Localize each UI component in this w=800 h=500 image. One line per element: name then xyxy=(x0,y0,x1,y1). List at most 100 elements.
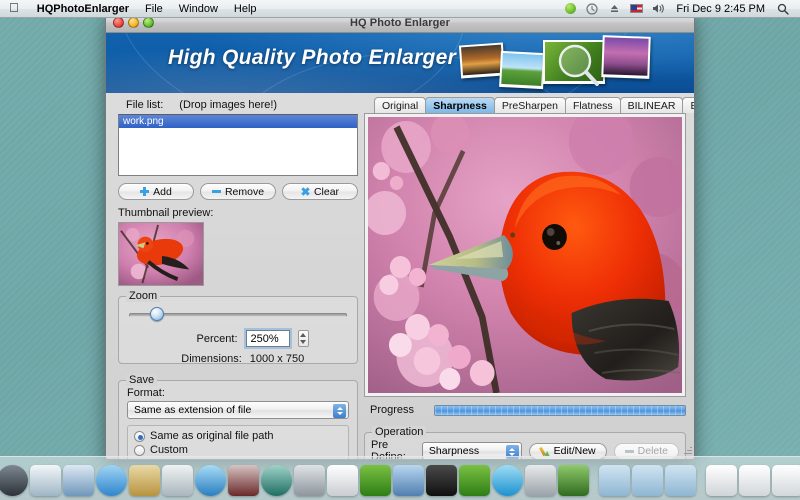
input-flag-icon[interactable] xyxy=(625,0,647,18)
tab-sharpness[interactable]: Sharpness xyxy=(425,97,495,113)
dock xyxy=(0,456,800,500)
radio-custom-path-label: Custom xyxy=(150,444,188,456)
file-list-header: File list: (Drop images here!) xyxy=(118,96,358,114)
banner-photo-sunset xyxy=(459,43,505,79)
format-label: Format: xyxy=(127,387,349,399)
percent-stepper[interactable] xyxy=(298,330,309,347)
menu-window[interactable]: Window xyxy=(171,0,226,18)
menu-bar:  HQPhotoEnlarger File Window Help Fri D… xyxy=(0,0,800,18)
save-path-options: Same as original file path Custom xyxy=(127,425,349,460)
dock-item-iphoto[interactable] xyxy=(162,465,193,496)
thumbnail-preview[interactable] xyxy=(118,222,204,286)
percent-input[interactable]: 250% xyxy=(246,330,290,347)
sync-icon[interactable] xyxy=(559,0,581,18)
clear-button-label: Clear xyxy=(314,186,339,198)
remove-button-label: Remove xyxy=(225,186,264,198)
chevron-updown-icon xyxy=(333,404,346,418)
minimize-button[interactable] xyxy=(128,17,139,28)
clear-button[interactable]: Clear xyxy=(282,183,358,200)
dock-item-screenshot[interactable] xyxy=(558,465,589,496)
thumbnail-label: Thumbnail preview: xyxy=(118,207,358,219)
dock-item-skype[interactable] xyxy=(492,465,523,496)
right-panel: Original Sharpness PreSharpen Flatness B… xyxy=(364,96,686,457)
add-button[interactable]: Add xyxy=(118,183,194,200)
file-list-hint: (Drop images here!) xyxy=(179,99,277,111)
dock-item-textedit[interactable] xyxy=(327,465,358,496)
dock-item-terminal[interactable] xyxy=(426,465,457,496)
minus-icon xyxy=(625,450,634,453)
tab-bicubic[interactable]: BICUBIC xyxy=(682,97,695,113)
tab-presharpen[interactable]: PreSharpen xyxy=(494,97,566,113)
format-select[interactable]: Same as extension of file xyxy=(127,401,349,419)
dimensions-value: 1000 x 750 xyxy=(250,353,304,365)
tab-flatness[interactable]: Flatness xyxy=(565,97,621,113)
dock-item-applications-folder[interactable] xyxy=(599,465,630,496)
zoom-slider[interactable] xyxy=(129,307,347,321)
radio-custom-path[interactable]: Custom xyxy=(134,443,342,457)
menu-file[interactable]: File xyxy=(137,0,171,18)
dock-item-dictionary[interactable] xyxy=(129,465,160,496)
close-button[interactable] xyxy=(113,17,124,28)
banner-title: High Quality Photo Enlarger xyxy=(168,46,456,70)
menu-bar-status-area: Fri Dec 9 2:45 PM xyxy=(559,0,800,18)
zoom-group: Zoom Percent: 250% Dimensions: 1000 x 75… xyxy=(118,296,358,364)
tab-bilinear[interactable]: BILINEAR xyxy=(620,97,684,113)
dock-item-xcode[interactable] xyxy=(393,465,424,496)
dock-item-document-stack[interactable] xyxy=(706,465,737,496)
preview-photo xyxy=(368,117,682,393)
banner-photo-dusk-trees xyxy=(601,35,650,79)
list-item[interactable]: work.png xyxy=(119,115,357,128)
app-window: HQ Photo Enlarger High Quality Photo Enl… xyxy=(105,12,695,460)
dock-item-preview[interactable] xyxy=(30,465,61,496)
zoom-slider-knob[interactable] xyxy=(150,307,164,321)
zoom-percent-row: Percent: 250% xyxy=(129,330,347,347)
dimensions-label: Dimensions: xyxy=(172,353,242,365)
dock-item-document-window[interactable] xyxy=(739,465,770,496)
dock-item-ichat[interactable] xyxy=(96,465,127,496)
menu-help[interactable]: Help xyxy=(226,0,265,18)
file-list[interactable]: work.png xyxy=(118,114,358,176)
zoom-button[interactable] xyxy=(143,17,154,28)
save-group-title: Save xyxy=(126,374,157,386)
dock-item-system-preferences[interactable] xyxy=(294,465,325,496)
zoom-dimensions-row: Dimensions: 1000 x 750 xyxy=(129,353,347,365)
dock-item-imovie[interactable] xyxy=(228,465,259,496)
dock-item-document-window-2[interactable] xyxy=(772,465,800,496)
zoom-group-title: Zoom xyxy=(126,290,160,302)
menu-bar-clock[interactable]: Fri Dec 9 2:45 PM xyxy=(669,3,772,15)
remove-button[interactable]: Remove xyxy=(200,183,276,200)
banner-photo-collage xyxy=(454,34,689,92)
radio-icon xyxy=(134,445,145,456)
volume-icon[interactable] xyxy=(647,0,669,18)
x-icon xyxy=(301,187,310,196)
tab-original[interactable]: Original xyxy=(374,97,426,113)
image-preview-panel[interactable] xyxy=(364,113,686,397)
eject-icon[interactable] xyxy=(603,0,625,18)
dock-item-qt-assistant[interactable] xyxy=(459,465,490,496)
plus-icon xyxy=(140,187,149,196)
apple-menu-icon[interactable]:  xyxy=(0,1,29,14)
radio-same-path[interactable]: Same as original file path xyxy=(134,429,342,443)
dock-item-itunes[interactable] xyxy=(195,465,226,496)
dock-item-documents-folder[interactable] xyxy=(632,465,663,496)
percent-label: Percent: xyxy=(168,333,238,345)
app-banner: High Quality Photo Enlarger xyxy=(106,33,694,93)
banner-photo-windmill xyxy=(499,51,545,89)
progress-row: Progress xyxy=(364,404,686,416)
progress-label: Progress xyxy=(370,404,424,416)
pencil-icon xyxy=(540,446,550,456)
dock-item-dashboard[interactable] xyxy=(0,465,28,496)
menu-app-name[interactable]: HQPhotoEnlarger xyxy=(29,0,137,18)
progress-bar xyxy=(434,405,686,416)
dock-item-database[interactable] xyxy=(525,465,556,496)
spotlight-search-icon[interactable] xyxy=(772,0,794,18)
save-group: Save Format: Same as extension of file S… xyxy=(118,380,358,460)
time-machine-icon[interactable] xyxy=(581,0,603,18)
operation-group-title: Operation xyxy=(372,426,426,438)
dock-item-qt-creator[interactable] xyxy=(360,465,391,496)
dock-item-time-machine[interactable] xyxy=(261,465,292,496)
dock-item-safari[interactable] xyxy=(63,465,94,496)
window-controls xyxy=(106,17,154,28)
format-select-value: Same as extension of file xyxy=(134,404,251,416)
dock-item-downloads-folder[interactable] xyxy=(665,465,696,496)
